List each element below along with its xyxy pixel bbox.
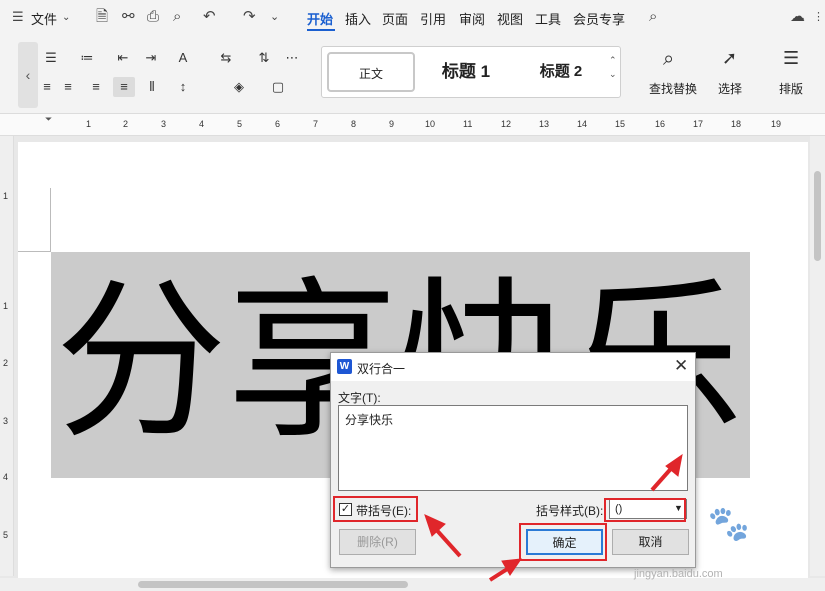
watermark-text: jingyan.baidu.com	[634, 568, 723, 580]
annotation-arrows	[424, 453, 683, 582]
paw-icon: 🐾	[707, 505, 751, 543]
arrow-head-icon	[424, 514, 446, 537]
